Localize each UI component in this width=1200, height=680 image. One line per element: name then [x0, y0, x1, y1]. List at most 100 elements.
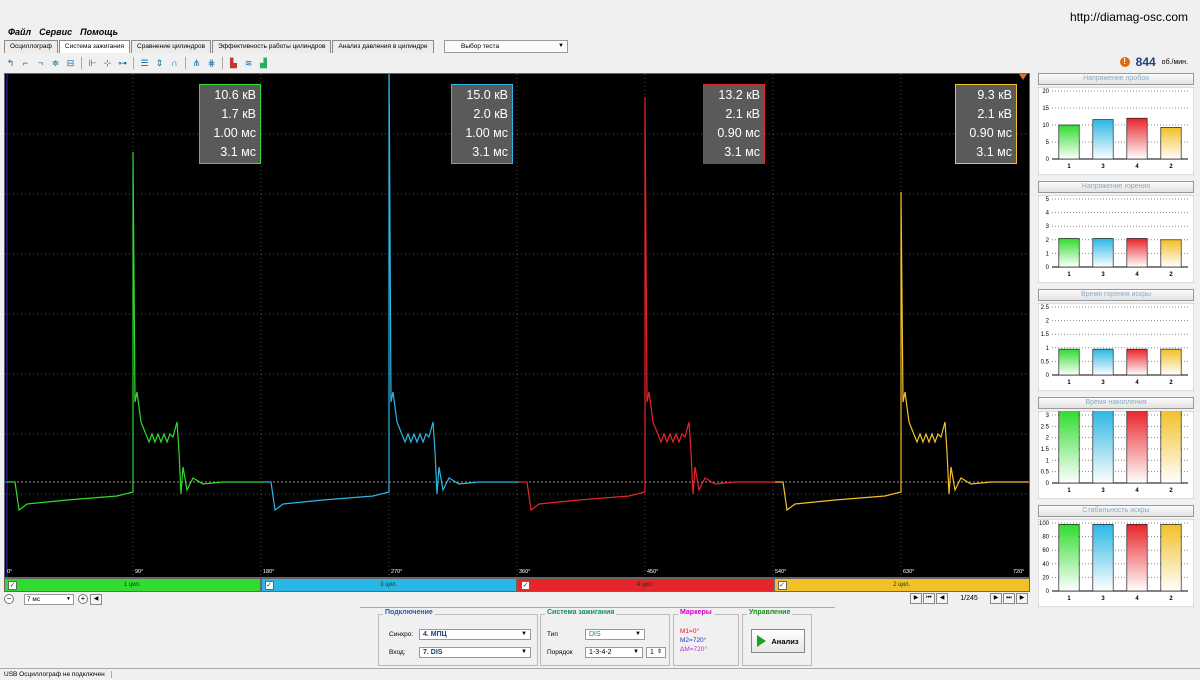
- measurement-value: 3.1 мс: [976, 145, 1012, 159]
- menu-service[interactable]: Сервис: [39, 27, 72, 39]
- cursor-tool-icon[interactable]: ↰: [4, 57, 17, 69]
- test-select[interactable]: Выбор теста ▼: [444, 40, 568, 53]
- marker-pair-icon[interactable]: ⊶: [116, 57, 129, 69]
- side-chart: Время накопления 0 0.5 1 1.5 2 2.5 3 1 3 4 2: [1038, 397, 1194, 500]
- cylinder-segment[interactable]: ✓ 4 цил.: [517, 578, 774, 592]
- toolbar: ↰ ⌐ ¬ ≑ ⊟ ⊩ ⊹ ⊶ ☰ ⇕ ∩ ⋔ ⋕ ▙ ≋ ▟: [4, 56, 270, 70]
- tab-cylinder-efficiency[interactable]: Эффективность работы цилиндров: [212, 40, 332, 53]
- falling-edge-icon[interactable]: ¬: [34, 57, 47, 69]
- type-label: Тип: [547, 631, 558, 638]
- connection-group: Подключение Синхро: 4. МПЦ ▼ Вход: 7. DI…: [378, 609, 538, 666]
- menu-file[interactable]: Файл: [8, 27, 31, 39]
- y-tick-label: 100: [1039, 521, 1050, 527]
- chevron-down-icon: ▼: [558, 43, 564, 49]
- tab-cylinder-compare[interactable]: Сравнение цилиндров: [131, 40, 212, 53]
- tab-strip: Осциллограф Система зажигания Сравнение …: [4, 40, 435, 53]
- last-frame-icon[interactable]: ⏭: [1003, 593, 1015, 604]
- spinner-icon: ⇕: [656, 649, 662, 655]
- sync-select[interactable]: 4. МПЦ ▼: [419, 629, 531, 640]
- checkbox-icon[interactable]: ✓: [8, 581, 17, 590]
- cylinder-label: 3 цил.: [380, 582, 398, 588]
- cylinder-waveform: [7, 151, 263, 512]
- order-row: Порядок 1-3-4-2 ▼ 1 ⇕: [547, 647, 666, 658]
- measurement-value: 3.1 мс: [472, 145, 508, 159]
- first-frame-icon[interactable]: ⏮: [923, 593, 935, 604]
- toolbar-separator: [133, 57, 134, 69]
- next-frame-icon[interactable]: ▶: [990, 593, 1002, 604]
- ignition-group: Система зажигания Тип DIS ▼ Порядок 1-3-…: [540, 609, 670, 666]
- bar-chart-icon[interactable]: ▙: [227, 57, 240, 69]
- warning-icon[interactable]: !: [1119, 57, 1130, 67]
- order-spinner[interactable]: 1 ⇕: [646, 647, 666, 658]
- y-tick-label: 40: [1042, 562, 1049, 568]
- time-scale-select[interactable]: 7 мс ▼: [24, 593, 74, 605]
- control-group: Управление Анализ: [742, 609, 812, 666]
- menu-help[interactable]: Помощь: [80, 27, 118, 39]
- marker-icon[interactable]: ⊹: [101, 57, 114, 69]
- cylinder-segment[interactable]: ✓ 2 цил.: [773, 578, 1030, 592]
- tab-oscilloscope[interactable]: Осциллограф: [4, 40, 58, 53]
- order-select[interactable]: 1-3-4-2 ▼: [585, 647, 643, 658]
- toolbar-separator: [222, 57, 223, 69]
- channel-icon[interactable]: ⊟: [64, 57, 77, 69]
- zoom-in-icon[interactable]: +: [78, 594, 88, 604]
- side-chart-plot: 00.511.522.51 3 4 2: [1038, 303, 1194, 391]
- play-icon[interactable]: ▶: [910, 593, 922, 604]
- bar: [1092, 238, 1114, 268]
- bar: [1092, 411, 1114, 484]
- type-row: Тип DIS ▼: [547, 629, 645, 640]
- measurement-value: 0.90 мс: [969, 126, 1012, 140]
- rising-edge-icon[interactable]: ⌐: [19, 57, 32, 69]
- measure-icon[interactable]: ⊩: [86, 57, 99, 69]
- side-chart-title: Напряжение горения: [1038, 181, 1194, 193]
- degree-label: 540°: [775, 569, 787, 575]
- side-chart-title: Время накопления: [1038, 397, 1194, 409]
- settings-panel: Подключение Синхро: 4. МПЦ ▼ Вход: 7. DI…: [360, 607, 835, 667]
- measurement-box: 9.3 кВ 2.1 кВ 0.90 мс 3.1 мс: [955, 84, 1017, 164]
- bar: [1160, 348, 1182, 376]
- analyze-button[interactable]: Анализ: [751, 629, 805, 653]
- input-select[interactable]: 7. DIS ▼: [419, 647, 531, 658]
- bar: [1126, 524, 1148, 592]
- cylinder-segment[interactable]: ✓ 1 цил.: [4, 578, 261, 592]
- connection-title: Подключение: [383, 609, 435, 616]
- zoom-out-icon[interactable]: −: [4, 594, 14, 604]
- overlay-icon[interactable]: ⋔: [190, 57, 203, 69]
- grid-icon[interactable]: ☰: [138, 57, 151, 69]
- statistics-panel: Напряжение пробоя 0 5 10 15 20 1 3 4 2 Напряжение …: [1038, 73, 1194, 607]
- checkbox-icon[interactable]: ✓: [264, 581, 274, 590]
- input-row: Вход: 7. DIS ▼: [389, 647, 531, 658]
- spectrum-icon[interactable]: ≋: [242, 57, 255, 69]
- side-chart: Время горения искры 0 0.5 1 1.5 2 2.5 1 3 4 2: [1038, 289, 1194, 392]
- oscilloscope-display[interactable]: 0° 90° 180° 270° 360° 450° 540° 630° 720° 10.6 к…: [4, 73, 1030, 578]
- markers-group: Маркеры M1=0° M2=720° ΔM=720°: [673, 609, 739, 666]
- loop-icon[interactable]: ∩: [168, 57, 181, 69]
- y-tick-label: 2.5: [1041, 424, 1050, 430]
- checkbox-icon[interactable]: ✓: [521, 581, 530, 590]
- side-chart-plot: 0204060801001 3 4 2: [1038, 519, 1194, 607]
- compare-icon[interactable]: ⋕: [205, 57, 218, 69]
- bar: [1160, 239, 1182, 268]
- chevron-down-icon: ▼: [633, 649, 639, 655]
- measurement-value: 1.00 мс: [465, 126, 508, 140]
- chevron-down-icon: ▼: [66, 595, 71, 602]
- scale-icon[interactable]: ⇕: [153, 57, 166, 69]
- checkbox-icon[interactable]: ✓: [777, 581, 787, 590]
- time-scale-value: 7 мс: [27, 595, 41, 603]
- sync-row: Синхро: 4. МПЦ ▼: [389, 629, 531, 640]
- trigger-icon[interactable]: ≑: [49, 57, 62, 69]
- histogram-icon[interactable]: ▟: [257, 57, 270, 69]
- cylinder-segment[interactable]: ✓ 3 цил.: [260, 578, 517, 592]
- play-end-icon[interactable]: ▶: [1016, 593, 1028, 604]
- type-select[interactable]: DIS ▼: [585, 629, 645, 640]
- cylinder-bar: ✓ 1 цил. ✓ 3 цил. ✓ 4 цил. ✓ 2 цил.: [4, 578, 1030, 592]
- site-url[interactable]: http://diamag-osc.com: [1070, 10, 1188, 24]
- prev-frame-icon[interactable]: ◀: [936, 593, 948, 604]
- scroll-left-icon[interactable]: ◀: [90, 593, 102, 605]
- y-tick-label: 60: [1042, 548, 1049, 554]
- y-tick-label: 20: [1042, 89, 1049, 95]
- control-title: Управление: [747, 609, 793, 616]
- cylinder-label: 2 цил.: [893, 582, 911, 588]
- tab-ignition-system[interactable]: Система зажигания: [58, 40, 131, 53]
- tab-pressure-analysis[interactable]: Анализ давления в цилиндре: [332, 40, 434, 53]
